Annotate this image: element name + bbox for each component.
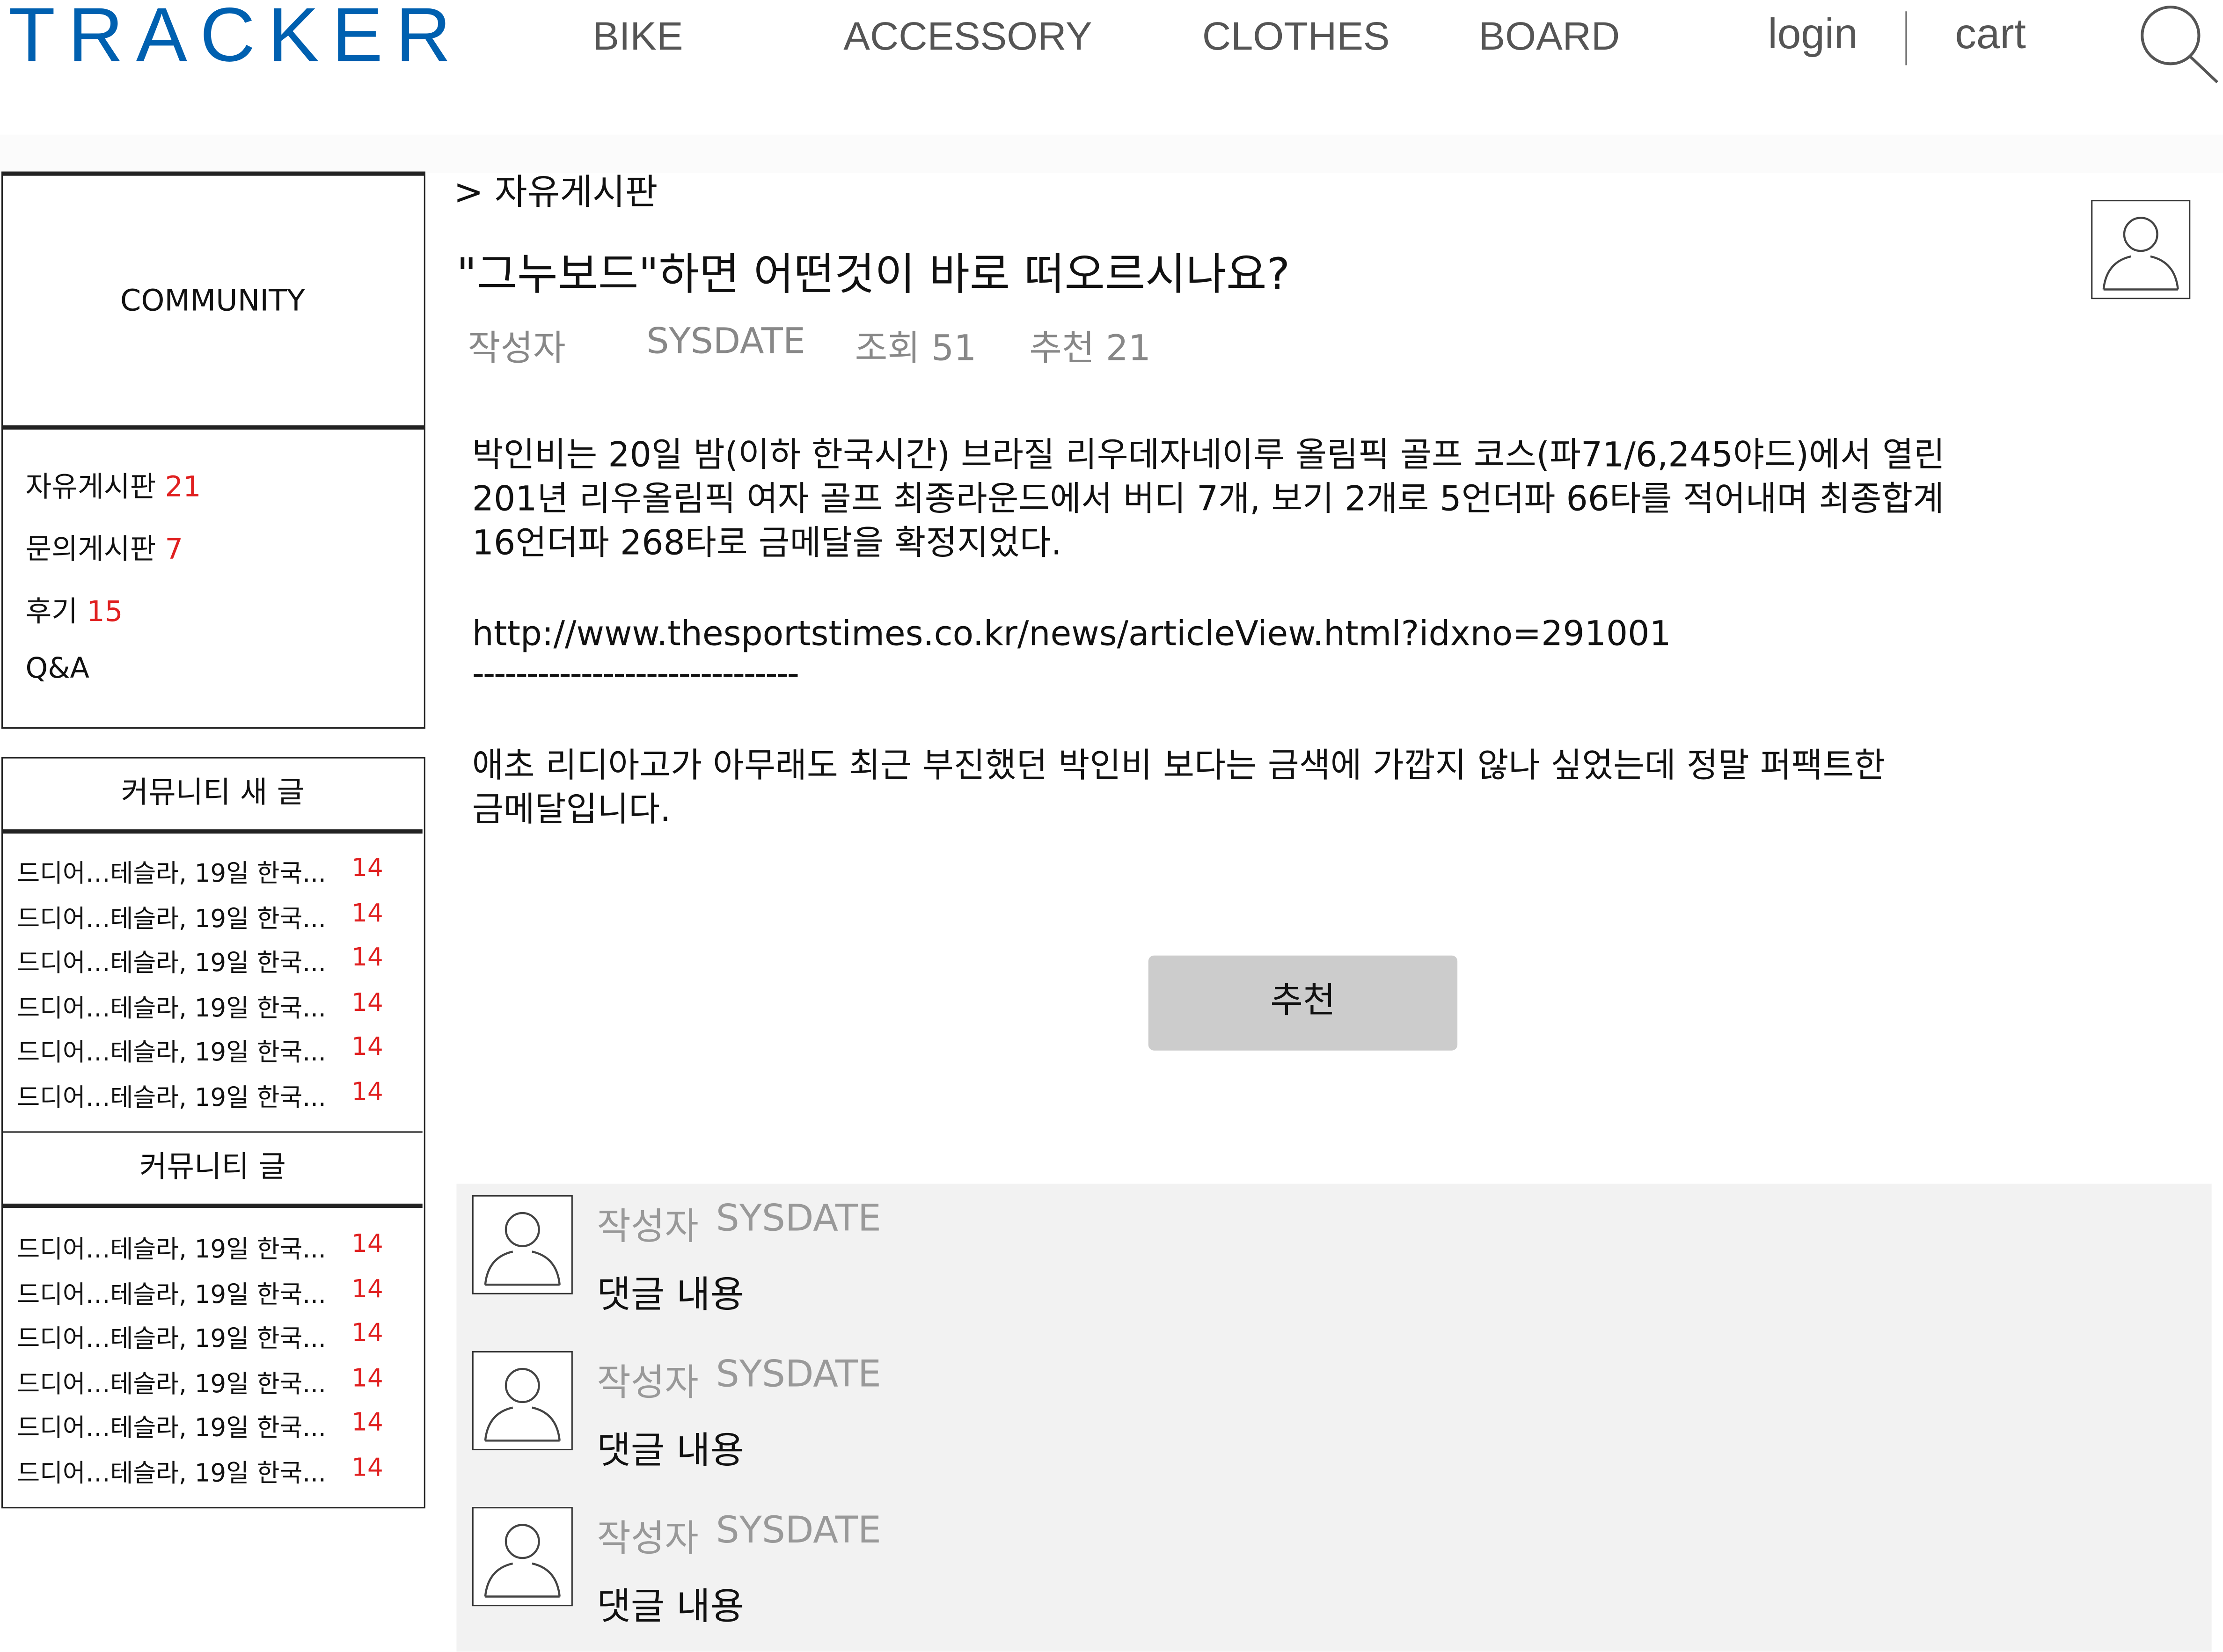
post-list-item[interactable]: 드디어…테슬라, 19일 한국... 14 (17, 1320, 383, 1355)
commenter-avatar-icon (472, 1507, 573, 1607)
sidebar-item-qna[interactable]: Q&A (26, 651, 89, 685)
post-list-item[interactable]: 드디어…테슬라, 19일 한국... 14 (17, 944, 383, 980)
post-list-count: 14 (351, 1275, 383, 1304)
post-list-item[interactable]: 드디어…테슬라, 19일 한국... 14 (17, 855, 383, 891)
board-label: Q&A (25, 651, 89, 685)
sidebar-item-free-board[interactable]: 자유게시판 21 (26, 464, 201, 505)
header-band (0, 134, 2223, 173)
board-label: 문의게시판 (25, 531, 156, 566)
post-list-title: 드디어…테슬라, 19일 한국... (17, 1280, 326, 1309)
comment-text: 댓글 내용 (597, 1274, 745, 1317)
post-list-item[interactable]: 드디어…테슬라, 19일 한국... 14 (17, 1409, 383, 1445)
nav-clothes[interactable]: CLOTHES (1202, 14, 1390, 59)
post-list-count: 14 (351, 944, 383, 973)
comment-author: 작성자 (597, 1518, 699, 1561)
comment-date: SYSDATE (716, 1353, 881, 1396)
post-list-count: 14 (351, 899, 383, 928)
header-divider (1905, 11, 1907, 66)
post-body-line: 201년 리우올림픽 여자 골프 최종라운드에서 버디 7개, 보기 2개로 5… (472, 479, 1945, 519)
author-avatar-icon (2091, 200, 2191, 300)
post-body-line: 박인비는 20일 밤(이하 한국시간) 브라질 리우데자네이루 올림픽 골프 코… (472, 435, 1945, 475)
post-list-title: 드디어…테슬라, 19일 한국... (17, 1039, 326, 1068)
board-label: 후기 (25, 594, 78, 628)
post-list-count: 14 (351, 1364, 383, 1393)
post-title: "그누보드"하면 어떤것이 바로 떠오르시나요? (456, 249, 1290, 301)
post-date: SYSDATE (646, 320, 805, 362)
board-label: 자유게시판 (25, 469, 156, 504)
sidebar-item-inquiry-board[interactable]: 문의게시판 7 (26, 526, 183, 567)
new-posts-title: 커뮤니티 새 글 (3, 759, 423, 834)
post-list-title: 드디어…테슬라, 19일 한국... (17, 1415, 326, 1443)
post-list-item[interactable]: 드디어…테슬라, 19일 한국... 14 (17, 989, 383, 1024)
post-list-item[interactable]: 드디어…테슬라, 19일 한국... 14 (17, 1078, 383, 1114)
post-body-line: 금메달입니다. (472, 789, 671, 830)
post-list-count: 14 (351, 1409, 383, 1438)
post-list-count: 14 (351, 1078, 383, 1107)
recommend-button[interactable]: 추천 (1148, 955, 1458, 1051)
community-title-box: COMMUNITY (1, 171, 425, 430)
post-list-item[interactable]: 드디어…테슬라, 19일 한국... 14 (17, 1454, 383, 1490)
commenter-avatar-icon (472, 1351, 573, 1450)
post-list-title: 드디어…테슬라, 19일 한국... (17, 905, 326, 934)
post-list-title: 드디어…테슬라, 19일 한국... (17, 1325, 326, 1354)
post-list-title: 드디어…테슬라, 19일 한국... (17, 1370, 326, 1399)
post-list-item[interactable]: 드디어…테슬라, 19일 한국... 14 (17, 899, 383, 935)
post-author: 작성자 (468, 327, 566, 369)
post-separator: ------------------------------ (472, 653, 799, 694)
board-count: 15 (87, 594, 123, 628)
breadcrumb[interactable]: > 자유게시판 (453, 164, 658, 215)
post-body-line: 16언더파 268타로 금메달을 확정지었다. (472, 523, 1062, 563)
post-body-line: 애초 리디아고가 아무래도 최근 부진했던 박인비 보다는 금색에 가깝지 않나… (472, 746, 1886, 786)
comment-text: 댓글 내용 (597, 1430, 745, 1473)
post-list-title: 드디어…테슬라, 19일 한국... (17, 860, 326, 889)
post-likes: 추천 21 (1029, 327, 1151, 369)
post-views: 조회 51 (855, 327, 977, 369)
post-list-title: 드디어…테슬라, 19일 한국... (17, 994, 326, 1023)
post-list-count: 14 (351, 1033, 383, 1062)
post-list-count: 14 (351, 1454, 383, 1483)
post-list-count: 14 (351, 855, 383, 884)
post-list-item[interactable]: 드디어…테슬라, 19일 한국... 14 (17, 1275, 383, 1311)
board-list: 자유게시판 21 문의게시판 7 후기 15 Q&A (1, 426, 425, 729)
nav-bike[interactable]: BIKE (592, 14, 683, 59)
post-list-count: 14 (351, 988, 383, 1017)
comment-date: SYSDATE (716, 1510, 881, 1553)
comment-author: 작성자 (597, 1362, 699, 1405)
post-list-title: 드디어…테슬라, 19일 한국... (17, 1236, 326, 1265)
board-count: 21 (165, 469, 201, 504)
post-list-item[interactable]: 드디어…테슬라, 19일 한국... 14 (17, 1033, 383, 1069)
post-list-count: 14 (351, 1230, 383, 1259)
community-posts-panel: 커뮤니티 새 글 드디어…테슬라, 19일 한국... 14 드디어…테슬라, 19… (1, 757, 425, 1509)
sidebar-item-reviews[interactable]: 후기 15 (26, 588, 123, 629)
login-link[interactable]: login (1768, 11, 1858, 59)
post-link[interactable]: http://www.thesportstimes.co.kr/news/art… (472, 613, 1671, 657)
post-list-title: 드디어…테슬라, 19일 한국... (17, 1083, 326, 1112)
cart-link[interactable]: cart (1955, 11, 2026, 59)
post-list-item[interactable]: 드디어…테슬라, 19일 한국... 14 (17, 1365, 383, 1400)
posts-title: 커뮤니티 글 (3, 1131, 423, 1208)
post-list-title: 드디어…테슬라, 19일 한국... (17, 1459, 326, 1488)
post-list-count: 14 (351, 1320, 383, 1348)
comment-author: 작성자 (597, 1206, 699, 1249)
community-title: COMMUNITY (120, 283, 305, 318)
commenter-avatar-icon (472, 1195, 573, 1294)
comment-date: SYSDATE (716, 1198, 881, 1241)
search-icon[interactable] (2138, 3, 2220, 85)
nav-accessory[interactable]: ACCESSORY (843, 14, 1092, 59)
page: TRACKER BIKE ACCESSORY CLOTHES BOARD log… (0, 0, 2223, 1652)
comment-text: 댓글 내용 (597, 1586, 745, 1629)
post-list-item[interactable]: 드디어…테슬라, 19일 한국... 14 (17, 1230, 383, 1266)
post-list-title: 드디어…테슬라, 19일 한국... (17, 950, 326, 979)
logo[interactable]: TRACKER (8, 0, 464, 80)
nav-board[interactable]: BOARD (1479, 14, 1620, 59)
board-count: 7 (165, 531, 183, 566)
